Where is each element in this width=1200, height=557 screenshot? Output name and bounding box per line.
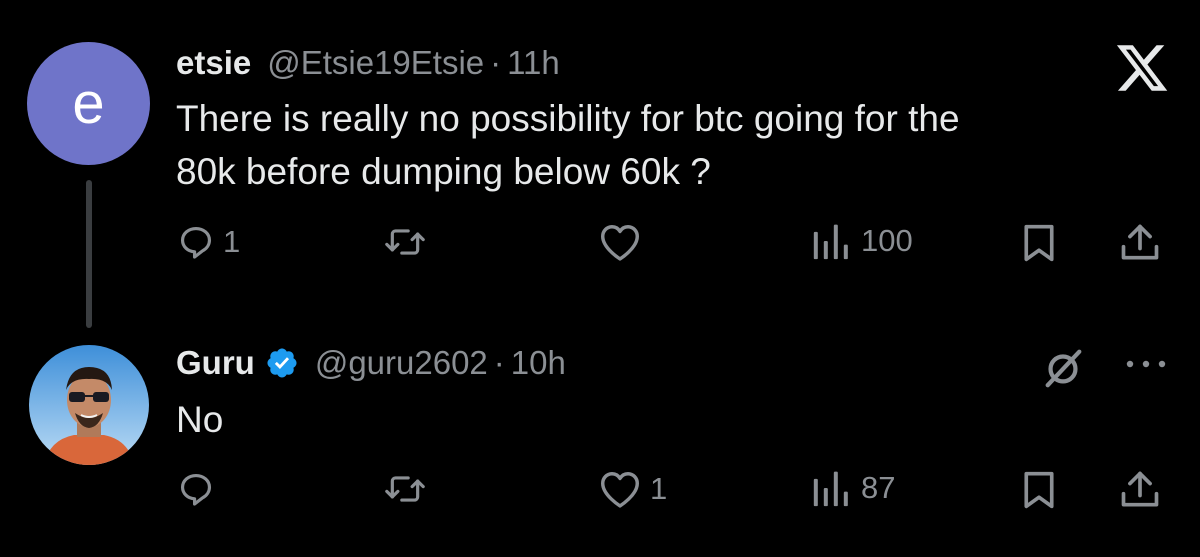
separator-dot: · [490, 44, 502, 81]
reply-count: 1 [223, 224, 241, 259]
tweet-header: Guru @guru2602 · 10h [176, 344, 566, 382]
tweet-header: etsie @Etsie19Etsie · 11h [176, 44, 560, 82]
bar-chart-icon [813, 471, 848, 507]
view-count: 100 [861, 223, 913, 258]
more-dots-icon[interactable] [1124, 357, 1168, 371]
profile-photo [29, 345, 149, 465]
bookmark-icon [1024, 224, 1054, 262]
speech-bubble-icon [180, 473, 212, 506]
views-button[interactable]: 100 [811, 221, 913, 261]
user-handle[interactable]: @guru2602 [315, 344, 488, 382]
retweet-button[interactable] [384, 223, 426, 261]
like-button[interactable] [598, 222, 642, 262]
share-button[interactable] [1118, 468, 1162, 512]
display-name[interactable]: Guru [176, 344, 255, 382]
like-button[interactable]: 1 [598, 469, 667, 509]
x-logo-icon [1116, 45, 1168, 91]
tweet-actions-bar: 1 100 [0, 213, 1200, 273]
tweet-text: There is really no possibility for btc g… [176, 92, 960, 198]
display-name[interactable]: etsie [176, 44, 251, 82]
share-upload-icon [1121, 471, 1159, 507]
heart-icon [600, 472, 639, 508]
reply-button[interactable]: 1 [177, 223, 240, 261]
tweet-text-line: There is really no possibility for btc g… [176, 98, 960, 139]
speech-bubble-icon [180, 226, 212, 259]
view-count: 87 [861, 470, 896, 505]
retweet-arrows-icon [385, 229, 425, 255]
bookmark-button[interactable] [1020, 470, 1058, 510]
views-button[interactable]: 87 [811, 468, 895, 508]
tweet-text-line: 80k before dumping below 60k ? [176, 151, 711, 192]
share-upload-icon [1121, 224, 1159, 260]
timestamp[interactable]: 11h [507, 44, 560, 82]
bar-chart-icon [813, 224, 848, 260]
tweet-text: No [176, 393, 223, 446]
heart-icon [600, 225, 639, 261]
retweet-arrows-icon [385, 476, 425, 502]
bookmark-icon [1024, 471, 1054, 509]
user-handle[interactable]: @Etsie19Etsie [267, 44, 484, 82]
share-button[interactable] [1118, 221, 1162, 265]
verified-badge-icon [267, 348, 297, 378]
like-count: 1 [650, 471, 668, 506]
retweet-button[interactable] [384, 470, 426, 508]
grok-slash-circle-icon[interactable] [1040, 345, 1086, 391]
tweet-actions-bar: 1 87 [0, 460, 1200, 520]
avatar[interactable] [29, 345, 149, 465]
separator-dot: · [493, 344, 505, 381]
bookmark-button[interactable] [1020, 223, 1058, 263]
tweet-text-line: No [176, 399, 224, 440]
reply-button[interactable] [177, 470, 215, 508]
timestamp[interactable]: 10h [511, 344, 566, 382]
avatar[interactable]: e [27, 42, 150, 165]
